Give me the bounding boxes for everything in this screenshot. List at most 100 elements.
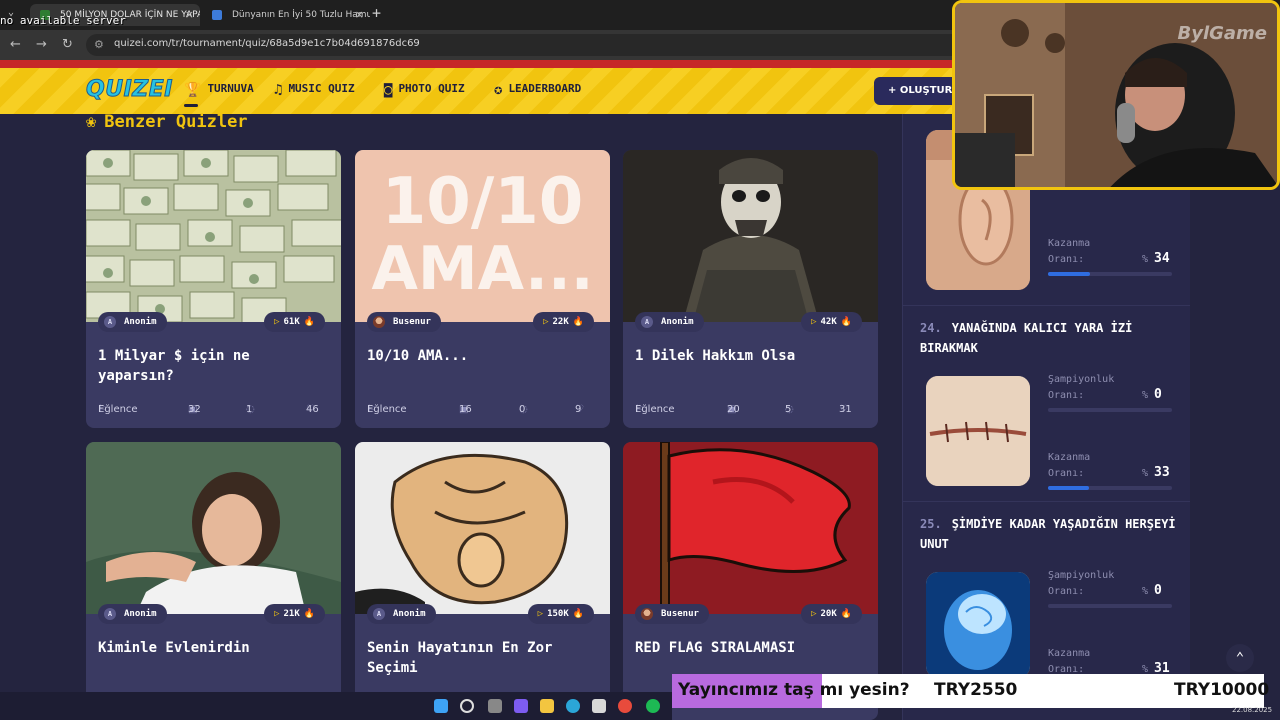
nav-tournament[interactable]: 🏆 TURNUVA [184,82,254,98]
percent-sign: % [1142,254,1149,265]
scroll-to-top-button[interactable]: ⌃ [1226,644,1254,672]
percent-sign: % [1142,468,1149,479]
win-label-2: Oranı: [1048,468,1085,479]
author-badge[interactable]: A Anonim [635,312,704,332]
spotify-icon[interactable] [646,699,660,713]
play-icon: ▷ [274,609,280,619]
quiz-card[interactable]: 10/10 AMA... Busenur ▷ 22K 🔥 10/10 AMA... … [355,150,610,428]
search-icon[interactable] [460,699,474,713]
nav-photo-quiz[interactable]: ◙ PHOTO QUIZ [384,82,465,98]
create-button[interactable]: + OLUŞTUR [874,77,964,105]
ticker-option-a: TRY2550 [934,680,1018,700]
tab-close-icon[interactable]: × [355,4,364,26]
quiz-thumbnail-red-flag [623,442,878,614]
windows-start-icon[interactable] [434,699,448,713]
quiz-card[interactable]: A Anonim ▷ 42K 🔥 1 Dilek Hakkım Olsa ⚐ Eğlen… [623,150,878,428]
taskbar-date: 22.08.2025 [1232,706,1273,714]
file-explorer-icon[interactable] [540,699,554,713]
section-title: ❀ Benzer Quizler [86,112,248,132]
tab-favicon-icon [212,10,222,20]
author-name: Anonim [393,609,426,619]
copilot-icon[interactable] [514,699,528,713]
nav-music-quiz[interactable]: ♫ MUSIC QUIZ [274,82,355,98]
new-tab-button[interactable]: + [372,4,381,22]
champion-rate-bar [1048,604,1172,608]
nav-label: MUSIC QUIZ [288,82,355,95]
percent-sign: % [1142,586,1149,597]
play-count-badge: ▷ 42K 🔥 [801,312,862,332]
quiz-thumbnail-money [86,150,341,322]
comment-count-value: 0 [519,404,526,415]
browser-tab[interactable]: Dünyanın En İyi 50 Tuzlu Hamur İşi × [202,4,370,26]
like-count-value: 9 [575,404,582,415]
ticker-question: Yayıncımız taş mı yesin? [678,680,910,700]
win-label-1: Kazanma [1048,238,1091,249]
win-rate-bar [1048,272,1172,276]
play-count: 22K [552,317,569,327]
quiz-title[interactable]: Senin Hayatının En Zor Seçimi [367,638,599,678]
comment-count-value: 1 [246,404,253,415]
quiz-card[interactable]: A Anonim ▷ 150K 🔥 Senin Hayatının En Zor Se… [355,442,610,720]
tab-close-icon[interactable]: × [185,4,194,26]
store-icon[interactable] [592,699,606,713]
tab-label: Dünyanın En İyi 50 Tuzlu Hamur İşi [232,10,370,20]
active-nav-indicator [184,104,198,107]
play-count: 20K [820,609,837,619]
play-count: 150K [547,609,569,619]
win-rate-fill [1048,486,1089,490]
play-count: 61K [283,317,300,327]
author-badge[interactable]: Busenur [635,604,709,624]
nav-label: TURNUVA [207,82,254,95]
percent-sign: % [1142,390,1149,401]
avatar: A [104,316,116,328]
author-badge[interactable]: Busenur [367,312,441,332]
champion-label-2: Oranı: [1048,390,1085,401]
reload-icon[interactable]: ↻ [62,37,73,52]
task-view-icon[interactable] [488,699,502,713]
author-name: Anonim [124,609,157,619]
quiz-title[interactable]: 1 Dilek Hakkım Olsa [635,346,867,366]
champion-label-2: Oranı: [1048,586,1085,597]
medal-icon: ✪ [494,82,503,98]
overlay-status-text: no available server [0,14,126,27]
win-rate-label: Kazanma Oranı: [1048,236,1090,268]
quiz-thumbnail-pointing-hand [355,442,610,614]
play-icon: ▷ [811,317,817,327]
avatar [373,316,385,328]
quiz-card[interactable]: A Anonim ▷ 61K 🔥 1 Milyar $ için ne yaparsı… [86,150,341,428]
quiz-title[interactable]: 10/10 AMA... [367,346,599,366]
quiz-meta: ⚐ Eğlence ▣ 16 ◌ 0 ♡ 9 [367,404,599,418]
site-info-icon[interactable]: ⚙ [94,38,104,51]
win-label-1: Kazanma [1048,452,1091,463]
page-gutter [1190,114,1280,720]
back-arrow-icon[interactable]: ← [10,37,21,52]
question-count-value: 32 [188,404,201,415]
author-badge[interactable]: A Anonim [98,312,167,332]
url-input[interactable]: ⚙ quizei.com/tr/tournament/quiz/68a5d9e1… [86,34,966,56]
author-name: Anonim [661,317,694,327]
site-logo[interactable]: QUIZEI [86,77,173,103]
fire-icon: 🔥 [840,317,852,327]
chrome-icon[interactable] [618,699,632,713]
quiz-title[interactable]: 1 Milyar $ için ne yaparsın? [98,346,330,386]
quiz-title[interactable]: Kiminle Evlenirdin [98,638,330,658]
author-name: Busenur [661,609,699,619]
quiz-meta: ⚐ Eğlence ▣ 20 ◌ 5 ♡ 31 [635,404,867,418]
like-count-value: 46 [306,404,319,415]
quiz-card[interactable]: A Anonim ▷ 21K 🔥 Kiminle Evlenirdin [86,442,341,720]
author-name: Anonim [124,317,157,327]
thumb-text-line-2: AMA... [371,234,594,304]
edge-icon[interactable] [566,699,580,713]
win-rate-fill [1048,272,1091,276]
nav-leaderboard[interactable]: ✪ LEADERBOARD [494,82,581,98]
like-count-value: 31 [839,404,852,415]
nav-label: PHOTO QUIZ [398,82,465,95]
category-label: Eğlence [367,404,407,415]
author-badge[interactable]: A Anonim [367,604,436,624]
author-badge[interactable]: A Anonim [98,604,167,624]
quiz-title[interactable]: RED FLAG SIRALAMASI [635,638,867,658]
fire-icon: 🔥 [572,317,584,327]
forward-arrow-icon[interactable]: → [36,37,47,52]
avatar: A [373,608,385,620]
ranking-title-text: ŞİMDİYE KADAR YAŞADIĞIN HERŞEYİ UNUT [920,517,1176,551]
